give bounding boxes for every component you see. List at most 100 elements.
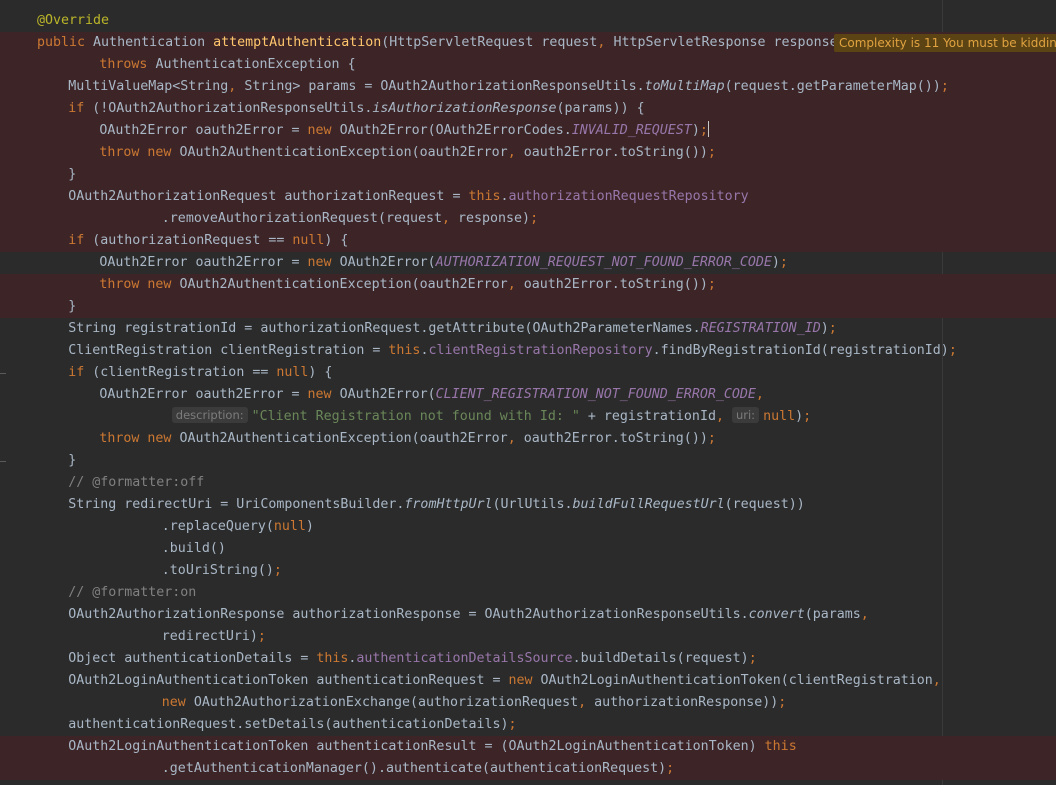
code-line[interactable]: throw new OAuth2AuthenticationException(… [0, 274, 1056, 296]
code-token: new [307, 123, 340, 138]
code-token: ; [940, 79, 949, 94]
code-token: OAuth2Error( [339, 387, 436, 402]
code-token: , [860, 607, 869, 622]
code-line[interactable]: redirectUri); [0, 626, 1056, 648]
code-line-text: MultiValueMap<String, String> params = O… [68, 76, 949, 98]
code-token: OAuth2AuthenticationException(oauth2Erro… [179, 145, 508, 160]
code-area[interactable]: @Override public Authentication attemptAu… [0, 10, 1056, 780]
code-line-text: } [68, 164, 76, 186]
code-line-text: throws AuthenticationException { [99, 54, 355, 76]
code-line[interactable]: .build() [0, 538, 1056, 560]
code-token: (request.getParameterMap()) [724, 79, 941, 94]
code-token: this [316, 651, 349, 666]
code-line[interactable]: if (authorizationRequest == null) { [0, 230, 1056, 252]
code-line[interactable]: OAuth2Error oauth2Error = new OAuth2Erro… [0, 120, 1056, 142]
code-line[interactable]: .toUriString(); [0, 560, 1056, 582]
code-token: ) [691, 123, 700, 138]
code-token: OAuth2LoginAuthenticationToken(clientReg… [540, 673, 933, 688]
code-line[interactable]: if (clientRegistration == null) { [0, 362, 1056, 384]
code-token: OAuth2AuthorizationResponse authorizatio… [68, 607, 749, 622]
code-line[interactable]: new OAuth2AuthorizationExchange(authoriz… [0, 692, 1056, 714]
code-token: ClientRegistration clientRegistration = [68, 343, 389, 358]
code-token: AUTHORIZATION_REQUEST_NOT_FOUND_ERROR_CO… [435, 255, 772, 270]
code-token: ; [707, 277, 716, 292]
code-token: MultiValueMap<String [68, 79, 229, 94]
code-token: ; [273, 563, 282, 578]
code-line[interactable]: description: "Client Registration not fou… [0, 406, 1056, 428]
code-line[interactable]: public Authentication attemptAuthenticat… [0, 32, 1056, 54]
code-token: oauth2Error.toString()) [523, 145, 708, 160]
code-token: ) { [308, 365, 333, 380]
code-line[interactable]: @Override [0, 10, 1056, 32]
code-line[interactable]: // @formatter:on [0, 582, 1056, 604]
code-editor[interactable]: @Override public Authentication attemptAu… [0, 0, 1056, 785]
code-token: null [763, 409, 796, 424]
code-token: throw new [99, 277, 180, 292]
code-token: .buildDetails(request) [572, 651, 749, 666]
code-token: OAuth2AuthenticationException(oauth2Erro… [179, 431, 508, 446]
code-token: (UrlUtils. [492, 497, 573, 512]
code-token: this [388, 343, 421, 358]
code-token: ; [828, 321, 837, 336]
code-line-text: ClientRegistration clientRegistration = … [68, 340, 957, 362]
code-token: authorizationResponse)) [594, 695, 779, 710]
code-line[interactable]: OAuth2Error oauth2Error = new OAuth2Erro… [0, 384, 1056, 406]
code-token: , [442, 211, 459, 226]
code-line-text: } [68, 296, 76, 318]
code-line[interactable]: .replaceQuery(null) [0, 516, 1056, 538]
code-line[interactable]: String registrationId = authorizationReq… [0, 318, 1056, 340]
code-line[interactable]: // @formatter:off [0, 472, 1056, 494]
code-token: .findByRegistrationId(registrationId) [652, 343, 949, 358]
code-line[interactable]: OAuth2LoginAuthenticationToken authentic… [0, 736, 1056, 758]
code-token: null [273, 519, 306, 534]
code-line[interactable]: MultiValueMap<String, String> params = O… [0, 76, 1056, 98]
code-token: + registrationId [579, 409, 716, 424]
code-line[interactable]: } [0, 450, 1056, 472]
code-line[interactable]: } [0, 164, 1056, 186]
code-line[interactable]: String redirectUri = UriComponentsBuilde… [0, 494, 1056, 516]
code-token: (request)) [724, 497, 805, 512]
code-token: "Client Registration not found with Id: … [251, 409, 580, 424]
code-line[interactable]: throw new OAuth2AuthenticationException(… [0, 428, 1056, 450]
code-line[interactable]: OAuth2LoginAuthenticationToken authentic… [0, 670, 1056, 692]
code-token: oauth2Error.toString()) [523, 277, 708, 292]
code-line[interactable]: .removeAuthorizationRequest(request, res… [0, 208, 1056, 230]
code-line[interactable]: } [0, 296, 1056, 318]
code-token: String registrationId = authorizationReq… [68, 321, 701, 336]
code-line[interactable]: OAuth2AuthorizationResponse authorizatio… [0, 604, 1056, 626]
code-token: new [508, 673, 541, 688]
code-line-text: public Authentication attemptAuthenticat… [37, 32, 846, 54]
code-token: // @formatter:off [68, 475, 205, 490]
code-token: buildFullRequestUrl [572, 497, 725, 512]
code-line[interactable]: OAuth2AuthorizationRequest authorization… [0, 186, 1056, 208]
code-token: . [500, 189, 509, 204]
code-token: new [161, 695, 194, 710]
code-line-text: OAuth2LoginAuthenticationToken authentic… [68, 736, 797, 758]
code-line[interactable]: ClientRegistration clientRegistration = … [0, 340, 1056, 362]
code-token: String> params = OAuth2AuthorizationResp… [244, 79, 645, 94]
code-token: OAuth2LoginAuthenticationToken authentic… [68, 739, 765, 754]
code-token: fromHttpUrl [404, 497, 493, 512]
code-line[interactable]: .getAuthenticationManager().authenticate… [0, 758, 1056, 780]
code-token: @Override [37, 13, 110, 28]
code-token: // @formatter:on [68, 585, 197, 600]
code-token: ; [948, 343, 957, 358]
code-token: (HttpServletRequest request [381, 35, 598, 50]
code-line-text: authenticationRequest.setDetails(authent… [68, 714, 516, 736]
code-line[interactable]: throw new OAuth2AuthenticationException(… [0, 142, 1056, 164]
complexity-inlay-badge[interactable]: Complexity is 11 You must be kidding [834, 34, 1056, 52]
code-token: (authorizationRequest == [92, 233, 293, 248]
text-caret [707, 121, 709, 137]
code-line[interactable]: Object authenticationDetails = this.auth… [0, 648, 1056, 670]
code-line[interactable]: OAuth2Error oauth2Error = new OAuth2Erro… [0, 252, 1056, 274]
code-token: clientRegistrationRepository [428, 343, 653, 358]
code-token: String redirectUri = UriComponentsBuilde… [68, 497, 405, 512]
code-line-text: .build() [162, 538, 226, 560]
code-line[interactable]: authenticationRequest.setDetails(authent… [0, 714, 1056, 736]
code-line[interactable]: if (!OAuth2AuthorizationResponseUtils.is… [0, 98, 1056, 120]
code-line-text: OAuth2LoginAuthenticationToken authentic… [68, 670, 941, 692]
code-token: INVALID_REQUEST [571, 123, 692, 138]
code-line[interactable]: throws AuthenticationException { [0, 54, 1056, 76]
code-token: , [755, 387, 764, 402]
code-token: ; [778, 695, 787, 710]
